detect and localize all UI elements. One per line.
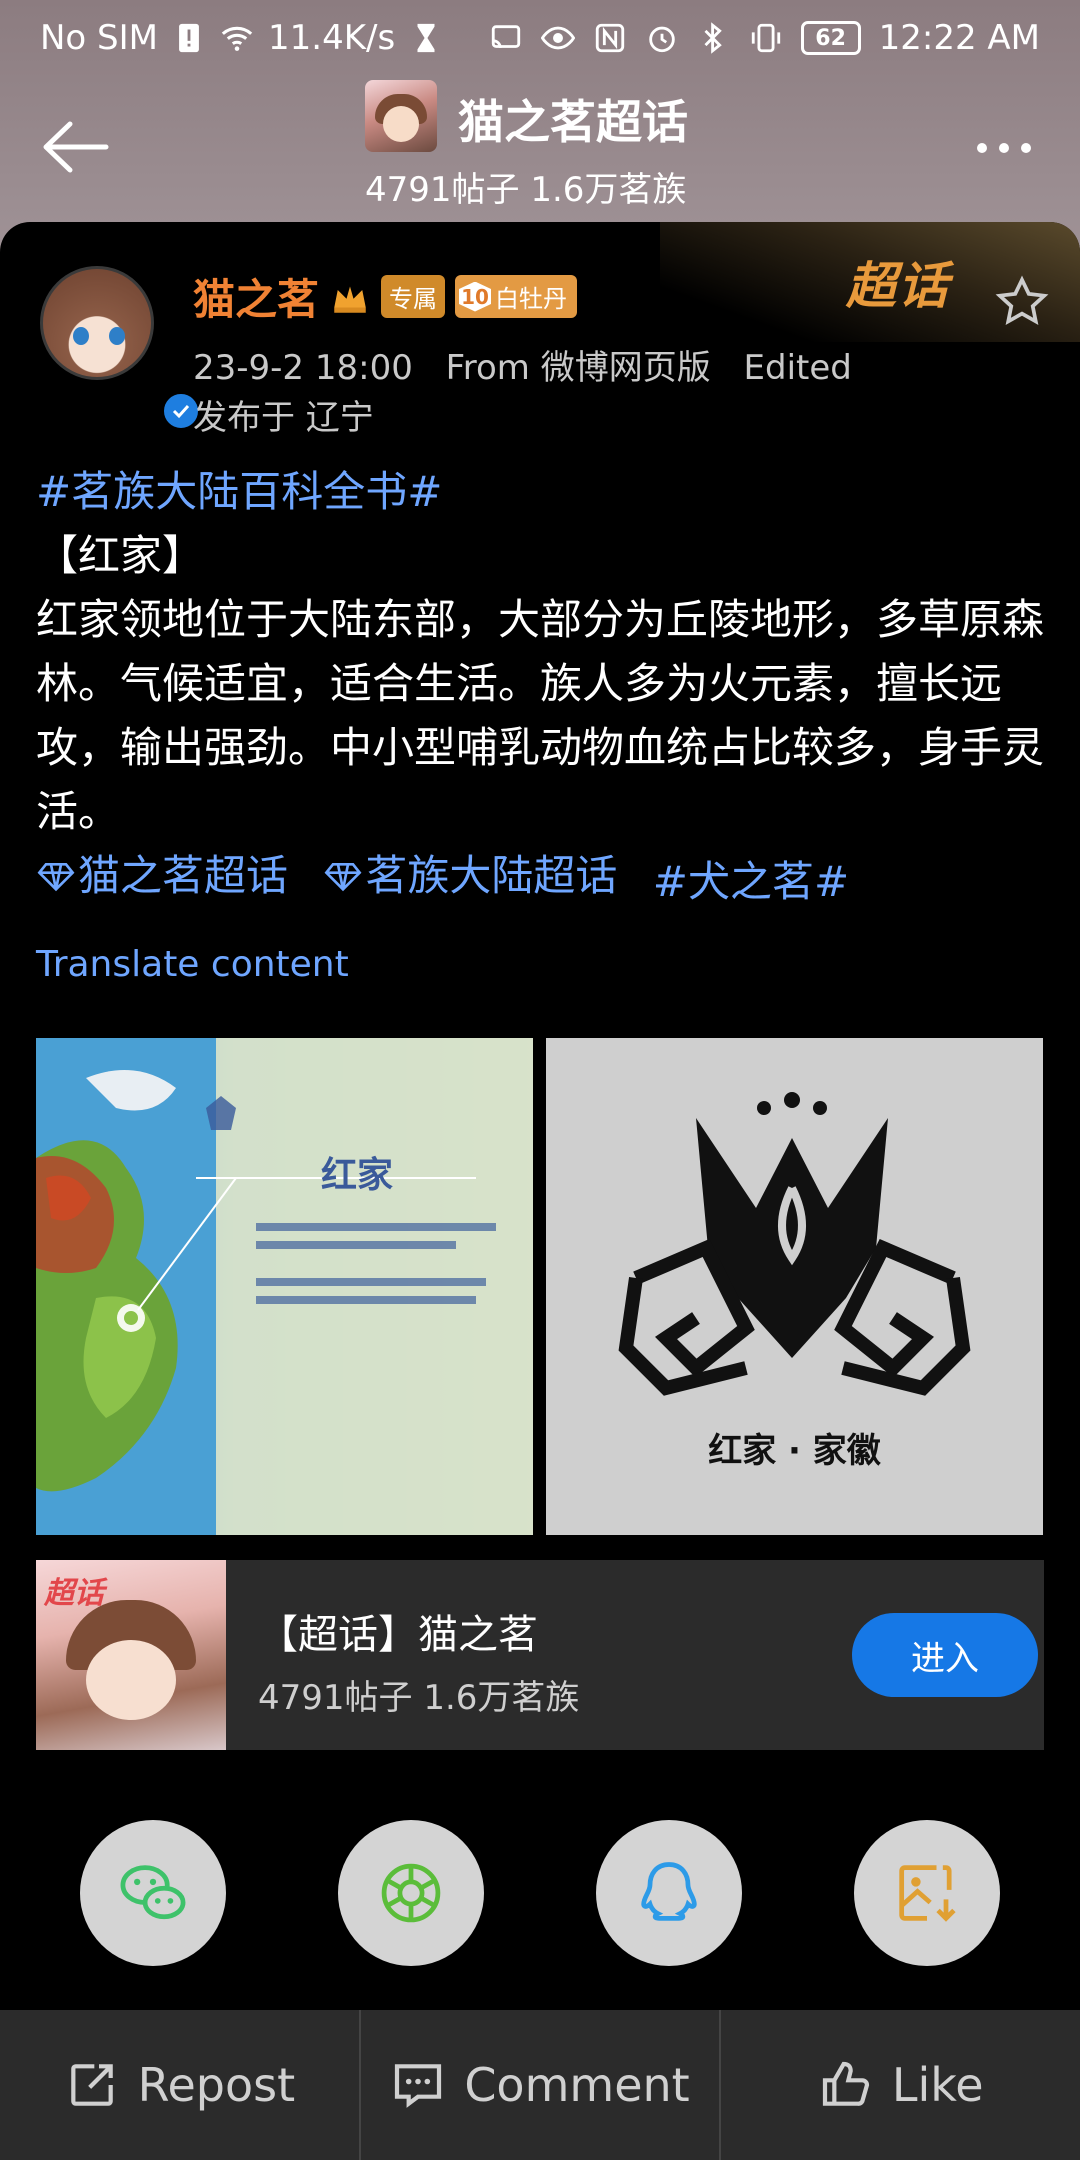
fan-badge: 10 白牡丹 xyxy=(455,275,578,318)
map-title: 红家 xyxy=(321,1155,394,1196)
like-button[interactable]: Like xyxy=(721,2010,1080,2160)
map-illustration xyxy=(36,1038,533,1535)
star-icon xyxy=(995,275,1049,325)
like-label: Like xyxy=(891,2058,984,2112)
qq-icon xyxy=(641,1862,697,1921)
fan-level: 10 xyxy=(459,281,492,312)
clock-text: 12:22 AM xyxy=(878,18,1040,58)
eye-icon xyxy=(540,21,575,55)
repost-button[interactable]: Repost xyxy=(0,2010,361,2160)
supertopic-card-thumbnail: 超话 xyxy=(36,1560,226,1750)
comment-icon xyxy=(395,2064,442,2108)
sim-alert-icon xyxy=(172,21,206,55)
screen: No SIM 11.4K/s 62 12:22 AM 猫之茗超话 4791帖子 … xyxy=(0,0,1080,2160)
hashtag-link[interactable]: #犬之茗# xyxy=(653,857,849,906)
fan-badge-label: 白牡丹 xyxy=(495,285,568,313)
supertopic-link[interactable]: 茗族大陆超话 xyxy=(323,844,617,908)
supertopic-label: 超话 xyxy=(846,257,950,315)
favorite-button[interactable] xyxy=(994,274,1050,330)
post-body-text: 红家领地位于大陆东部，大部分为丘陵地形，多草原森林。气候适宜，适合生活。族人多为… xyxy=(36,595,1045,836)
supertopic-card-logo: 超话 xyxy=(44,1576,104,1611)
post-location: 发布于 辽宁 xyxy=(193,398,374,438)
supertopic-card-title: 【超话】猫之茗 xyxy=(258,1612,538,1658)
nfc-icon xyxy=(593,21,627,55)
carrier-text: No SIM xyxy=(40,18,158,58)
section-title: 【红家】 xyxy=(36,531,205,580)
crown-icon xyxy=(334,286,366,313)
post-card: 超话 猫之茗 专属 10 白牡丹 23-9-2 18:00 From 微博网页版… xyxy=(0,222,1080,2012)
post-text: #茗族大陆百科全书# 【红家】 红家领地位于大陆东部，大部分为丘陵地形，多草原森… xyxy=(36,460,1046,914)
post-image-map[interactable]: 红家 xyxy=(36,1038,533,1535)
post-edited[interactable]: Edited xyxy=(744,348,852,388)
post-source: From 微博网页版 xyxy=(445,348,711,388)
moments-icon xyxy=(381,1863,441,1923)
save-image-icon xyxy=(899,1865,956,1922)
share-qq-button[interactable] xyxy=(596,1820,742,1966)
share-wechat-button[interactable] xyxy=(80,1820,226,1966)
comment-label: Comment xyxy=(464,2058,690,2112)
dimmed-background: No SIM 11.4K/s 62 12:22 AM 猫之茗超话 4791帖子 … xyxy=(0,0,1080,260)
battery-indicator: 62 xyxy=(800,21,861,55)
share-moments-button[interactable] xyxy=(338,1820,484,1966)
more-options-button[interactable] xyxy=(964,118,1044,178)
post-image-crest[interactable]: 红家 · 家徽 xyxy=(546,1038,1043,1535)
supertopic-card-stats: 4791帖子 1.6万茗族 xyxy=(258,1678,580,1718)
diamond-icon xyxy=(324,863,362,892)
alarm-icon xyxy=(645,21,679,55)
exclusive-tag: 专属 xyxy=(381,275,446,318)
top-nav: 猫之茗超话 4791帖子 1.6万茗族 xyxy=(0,76,1080,216)
author-row: 猫之茗 专属 10 白牡丹 xyxy=(193,266,578,327)
dot-icon xyxy=(999,143,1009,153)
post-date: 23-9-2 18:00 xyxy=(193,348,413,388)
crest-caption: 红家 · 家徽 xyxy=(708,1431,881,1471)
action-bar: Repost Comment Like xyxy=(0,2010,1080,2160)
post-meta: 23-9-2 18:00 From 微博网页版 Edited xyxy=(193,340,874,389)
vibrate-icon xyxy=(749,21,783,55)
diamond-icon xyxy=(37,863,75,892)
save-image-button[interactable] xyxy=(854,1820,1000,1966)
wifi-icon xyxy=(220,21,254,55)
net-speed-text: 11.4K/s xyxy=(268,18,396,58)
topic-stats: 4791帖子 1.6万茗族 xyxy=(365,170,687,210)
dot-icon xyxy=(977,143,987,153)
author-name[interactable]: 猫之茗 xyxy=(193,266,319,327)
status-bar: No SIM 11.4K/s 62 12:22 AM xyxy=(0,0,1080,76)
repost-label: Repost xyxy=(137,2058,296,2112)
topic-thumbnail xyxy=(365,80,437,152)
share-row xyxy=(0,1820,1080,1966)
author-avatar[interactable] xyxy=(40,266,201,431)
back-button[interactable] xyxy=(36,112,116,182)
supertopic-card[interactable]: 超话 【超话】猫之茗 4791帖子 1.6万茗族 进入 xyxy=(36,1560,1044,1750)
repost-icon xyxy=(70,2064,113,2106)
back-arrow-icon xyxy=(43,121,109,173)
thumbs-up-icon xyxy=(822,2061,869,2106)
supertopic-link[interactable]: 猫之茗超话 xyxy=(36,844,288,908)
dot-icon xyxy=(1021,143,1031,153)
enter-button[interactable]: 进入 xyxy=(852,1613,1038,1697)
hashtag-link[interactable]: #茗族大陆百科全书# xyxy=(36,467,442,516)
topic-header[interactable]: 猫之茗超话 4791帖子 1.6万茗族 xyxy=(365,76,785,216)
translate-link[interactable]: Translate content xyxy=(36,944,349,985)
bluetooth-battery-icon xyxy=(697,21,731,55)
comment-button[interactable]: Comment xyxy=(361,2010,722,2160)
topic-title: 猫之茗超话 xyxy=(458,95,688,149)
cast-icon xyxy=(489,21,523,55)
hourglass-icon xyxy=(409,21,443,55)
wechat-icon xyxy=(120,1865,186,1920)
